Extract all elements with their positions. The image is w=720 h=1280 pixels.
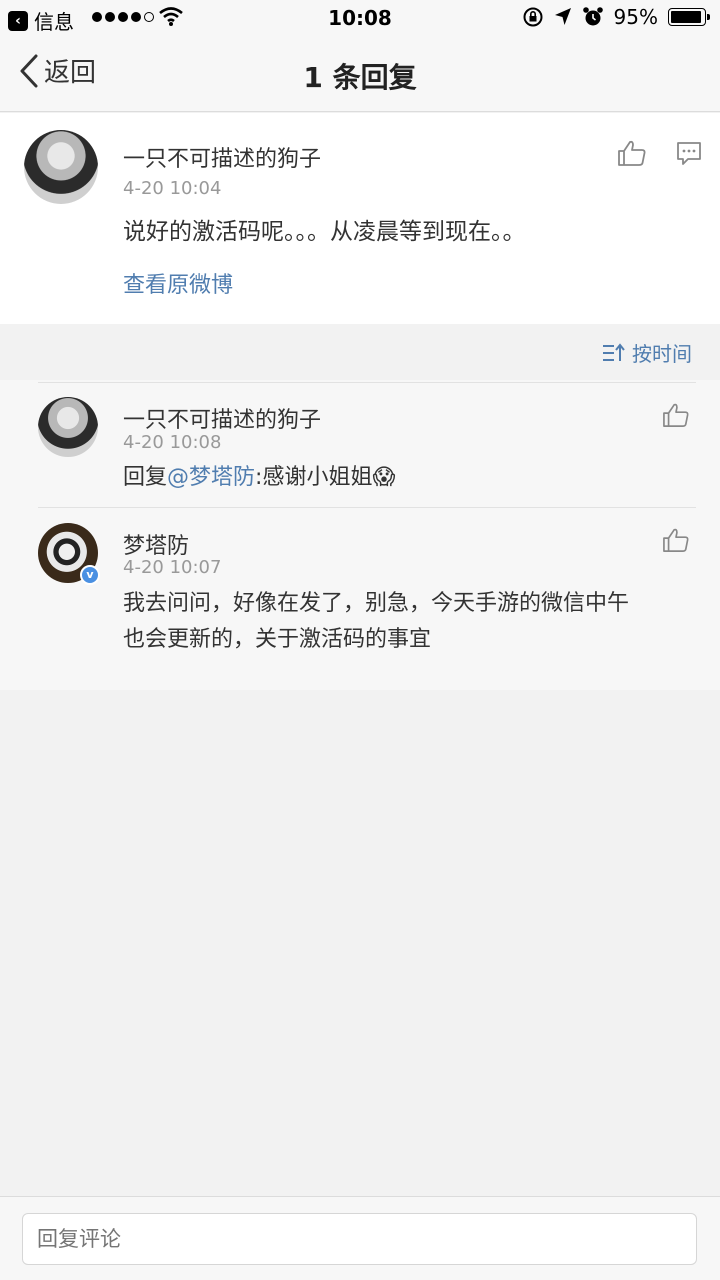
reply-author[interactable]: 梦塔防 bbox=[123, 528, 189, 560]
reply-text-line-1: 我去问问，好像在发了，别急，今天手游的微信中午 bbox=[123, 591, 630, 616]
like-icon[interactable] bbox=[617, 139, 647, 167]
reply-time: 4-20 10:07 bbox=[123, 557, 222, 578]
reply-text-line-2: 也会更新的，关于激活码的事宜 bbox=[123, 627, 432, 652]
reply-bar bbox=[0, 1196, 720, 1280]
divider bbox=[38, 382, 696, 383]
mention-link[interactable]: @梦塔防 bbox=[167, 465, 255, 490]
status-bar: ‹ 信息 10:08 95% bbox=[0, 0, 720, 36]
page-title: 1 条回复 bbox=[303, 61, 417, 94]
reply-list: 一只不可描述的狗子 4-20 10:08 回复@梦塔防:感谢小姐姐😱 v 梦塔防… bbox=[0, 380, 720, 690]
verified-badge: v bbox=[80, 565, 100, 585]
like-icon[interactable] bbox=[662, 527, 690, 553]
battery-icon bbox=[668, 8, 710, 26]
reply-text: 回复@梦塔防:感谢小姐姐😱 bbox=[123, 460, 395, 496]
alarm-icon bbox=[582, 7, 603, 26]
avatar[interactable] bbox=[38, 397, 98, 457]
sort-by-time-button[interactable]: 按时间 bbox=[602, 338, 692, 367]
battery-percent: 95% bbox=[613, 5, 658, 29]
sort-icon bbox=[603, 342, 625, 361]
reply-body: :感谢小姐姐 bbox=[255, 465, 373, 490]
divider bbox=[38, 507, 696, 508]
reply-input[interactable] bbox=[22, 1213, 697, 1265]
reply-prefix: 回复 bbox=[123, 465, 168, 490]
comment-author[interactable]: 一只不可描述的狗子 bbox=[123, 141, 321, 173]
main-comment-card: 一只不可描述的狗子 4-20 10:04 说好的激活码呢。。。从凌晨等到现在。。… bbox=[0, 113, 720, 324]
view-original-link[interactable]: 查看原微博 bbox=[123, 268, 233, 304]
location-icon bbox=[554, 8, 571, 25]
comment-icon[interactable] bbox=[676, 141, 702, 167]
reply-time: 4-20 10:08 bbox=[123, 432, 222, 453]
reply-author[interactable]: 一只不可描述的狗子 bbox=[123, 402, 321, 434]
shocked-face-emoji: 😱 bbox=[372, 465, 396, 490]
sort-label: 按时间 bbox=[632, 342, 692, 366]
comment-time: 4-20 10:04 bbox=[123, 178, 222, 199]
comment-text: 说好的激活码呢。。。从凌晨等到现在。。 bbox=[123, 219, 526, 245]
navigation-bar: 返回 1 条回复 bbox=[0, 36, 720, 112]
rotation-lock-icon bbox=[523, 7, 543, 27]
like-icon[interactable] bbox=[662, 402, 690, 428]
avatar[interactable] bbox=[24, 130, 98, 204]
